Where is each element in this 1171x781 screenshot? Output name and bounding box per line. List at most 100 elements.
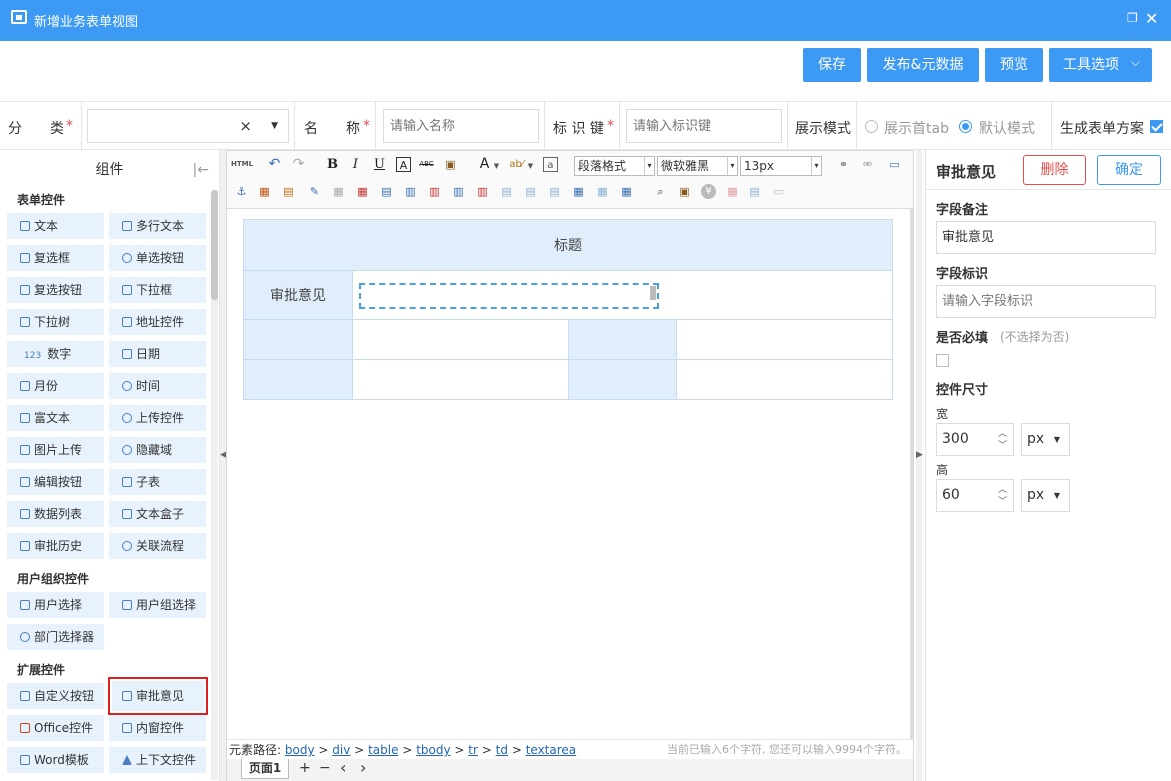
comp-text[interactable]: 文本 — [7, 213, 104, 239]
insert-col-icon[interactable]: ▥ — [451, 184, 466, 199]
font-border-icon[interactable]: A — [396, 157, 411, 172]
bold-icon[interactable]: B — [325, 157, 340, 172]
font-size-select[interactable]: 13px ▾ — [740, 156, 822, 176]
comp-imgupload[interactable]: 图片上传 — [7, 437, 104, 463]
publish-button[interactable]: 发布&元数据 — [867, 48, 979, 82]
confirm-button[interactable]: 确定 — [1097, 155, 1161, 185]
insert-row-icon[interactable]: ▥ — [403, 184, 418, 199]
split-cells-icon[interactable]: ▦ — [571, 184, 586, 199]
comp-droptree[interactable]: 下拉树 — [7, 309, 104, 335]
required-checkbox[interactable] — [936, 354, 949, 367]
height-stepper[interactable]: 60 ︿ ﹀ — [936, 479, 1014, 512]
comp-textbox[interactable]: 文本盒子 — [109, 501, 206, 527]
fullscreen-icon[interactable]: ▭ — [887, 157, 902, 172]
collapse-right-arrow-icon[interactable]: ▶ — [916, 450, 923, 460]
dropdown-arrow-icon[interactable]: ▼ — [489, 159, 504, 174]
split-cols-icon[interactable]: ▦ — [619, 184, 634, 199]
comp-richtext[interactable]: 富文本 — [7, 405, 104, 431]
dropdown-arrow-icon[interactable]: ▼ — [523, 159, 538, 174]
next-page-icon[interactable]: › — [360, 758, 366, 777]
comp-multitext[interactable]: 多行文本 — [109, 213, 206, 239]
eraser-icon[interactable]: ✎ — [307, 184, 322, 199]
height-unit-select[interactable]: px ▼ — [1021, 479, 1070, 512]
approval-textarea[interactable] — [359, 283, 659, 309]
increment-icon[interactable]: ︿ — [998, 485, 1007, 495]
highlight-icon[interactable]: ab⁄ — [509, 157, 524, 172]
comp-usersel[interactable]: 用户选择 — [7, 592, 104, 618]
paste-icon[interactable]: ▣ — [677, 184, 692, 199]
html-source-icon[interactable]: HTML — [231, 157, 253, 172]
comp-history[interactable]: 审批历史 — [7, 533, 104, 559]
clear-icon[interactable]: × — [239, 110, 252, 142]
comp-dropdown[interactable]: 下拉框 — [109, 277, 206, 303]
approval-label-cell[interactable]: 审批意见 — [243, 270, 353, 320]
path-table[interactable]: table — [368, 743, 398, 757]
left-scrollbar[interactable] — [211, 190, 218, 780]
label-cell[interactable] — [243, 359, 353, 400]
remove-page-icon[interactable]: − — [319, 760, 331, 776]
italic-icon[interactable]: I — [348, 157, 363, 172]
anchor-icon[interactable]: ⚓ — [234, 184, 249, 199]
delete-button[interactable]: 删除 — [1023, 155, 1086, 185]
font-family-select[interactable]: 微软雅黑 ▾ — [657, 156, 738, 176]
path-td[interactable]: td — [496, 743, 508, 757]
path-tbody[interactable]: tbody — [416, 743, 450, 757]
close-icon[interactable]: ✕ — [1145, 9, 1158, 28]
label-cell[interactable] — [568, 319, 677, 360]
path-body[interactable]: body — [285, 743, 315, 757]
decrement-icon[interactable]: ﹀ — [998, 497, 1007, 507]
name-input[interactable] — [383, 109, 539, 143]
table-disabled-icon[interactable]: ▦ — [331, 184, 346, 199]
comp-context[interactable]: 上下文控件 — [109, 747, 206, 773]
field-id-input[interactable] — [936, 285, 1156, 318]
split-rows-icon[interactable]: ▦ — [595, 184, 610, 199]
increment-icon[interactable]: ︿ — [998, 429, 1007, 439]
comp-upload[interactable]: 上传控件 — [109, 405, 206, 431]
comp-time[interactable]: 时间 — [109, 373, 206, 399]
width-stepper[interactable]: 300 ︿ ﹀ — [936, 423, 1014, 456]
path-textarea[interactable]: textarea — [526, 743, 576, 757]
merge-down-icon[interactable]: ▤ — [547, 184, 562, 199]
paragraph-format-select[interactable]: 段落格式 ▾ — [574, 156, 655, 176]
image-insert-icon[interactable]: ▦ — [257, 184, 272, 199]
redo-icon[interactable]: ↷ — [291, 157, 306, 172]
comp-checkbox[interactable]: 复选框 — [7, 245, 104, 271]
comp-editbtn[interactable]: 编辑按钮 — [7, 469, 104, 495]
add-page-icon[interactable]: + — [299, 760, 311, 776]
right-splitter[interactable]: ▶ — [916, 150, 923, 781]
gallery-icon[interactable]: ▤ — [281, 184, 296, 199]
unlink-icon[interactable]: ⚮ — [860, 157, 875, 172]
prev-page-icon[interactable]: ‹ — [340, 758, 346, 777]
comp-approval[interactable]: 审批意见 — [108, 677, 208, 715]
path-tr[interactable]: tr — [468, 743, 478, 757]
comp-hidden[interactable]: 隐藏域 — [109, 437, 206, 463]
undo-icon[interactable]: ↶ — [267, 157, 282, 172]
page-tab[interactable]: 页面1 — [241, 759, 289, 779]
strikethrough-icon[interactable]: ABC — [419, 157, 434, 172]
key-input[interactable] — [626, 109, 782, 143]
date-insert-icon[interactable]: ▦ — [725, 184, 740, 199]
gen-scheme-checkbox[interactable] — [1150, 120, 1163, 133]
comp-subtable[interactable]: 子表 — [109, 469, 206, 495]
comp-word[interactable]: Word模板 — [7, 747, 104, 773]
radio-first-tab[interactable] — [865, 120, 878, 133]
search-replace-icon[interactable]: ▤ — [747, 184, 762, 199]
text-case-icon[interactable]: a — [543, 157, 558, 172]
scroll-thumb[interactable] — [211, 190, 218, 300]
decrement-icon[interactable]: ﹀ — [998, 441, 1007, 451]
comp-number[interactable]: 123 数字 — [7, 341, 104, 367]
remark-input[interactable]: 审批意见 — [936, 221, 1156, 254]
comp-relflow[interactable]: 关联流程 — [109, 533, 206, 559]
delete-col-icon[interactable]: ▥ — [475, 184, 490, 199]
table-split-icon[interactable]: ▤ — [379, 184, 394, 199]
comp-groupsel[interactable]: 用户组选择 — [109, 592, 206, 618]
restore-icon[interactable]: ❐ — [1127, 11, 1138, 25]
preview-button[interactable]: 预览 — [985, 48, 1043, 82]
link-icon[interactable]: ⚭ — [836, 157, 851, 172]
comp-custombtn[interactable]: 自定义按钮 — [7, 683, 104, 709]
document-area[interactable]: 标题 审批意见 — [227, 209, 913, 739]
comp-office[interactable]: Office控件 — [7, 715, 104, 741]
comp-date[interactable]: 日期 — [109, 341, 206, 367]
comp-iframe[interactable]: 内窗控件 — [109, 715, 206, 741]
comp-month[interactable]: 月份 — [7, 373, 104, 399]
